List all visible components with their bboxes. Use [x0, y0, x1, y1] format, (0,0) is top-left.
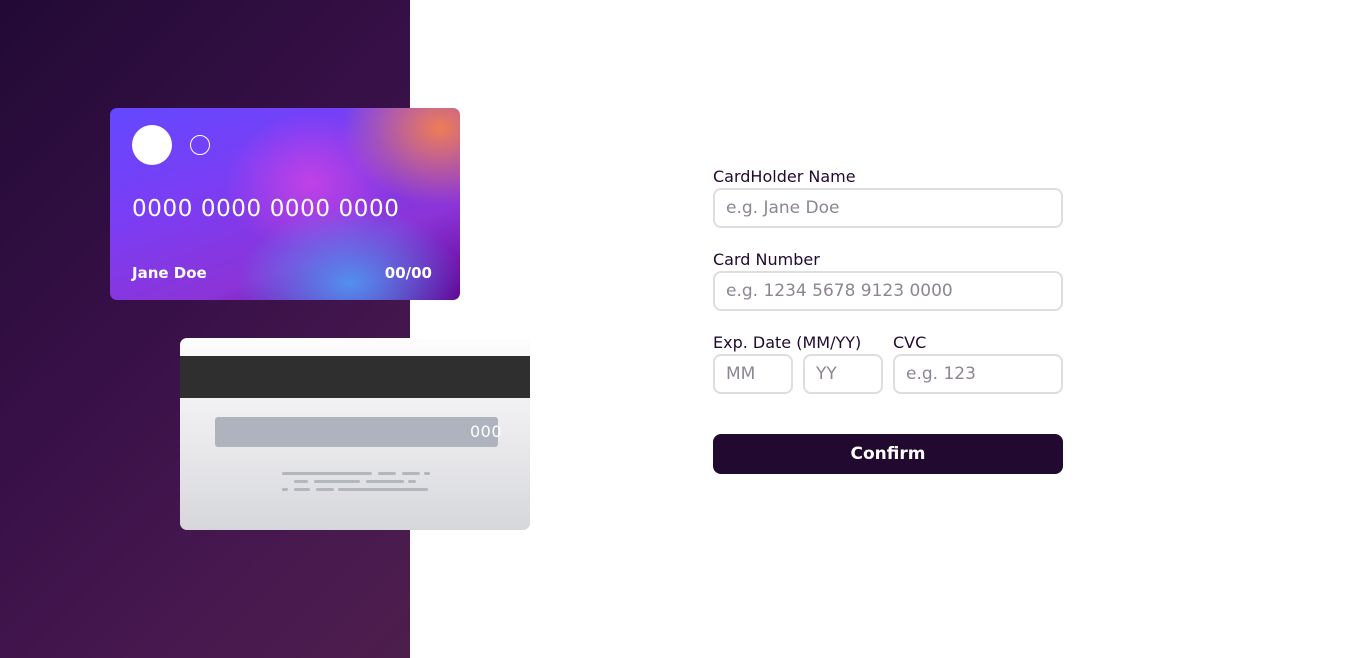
card-expiry-display: 00/00	[384, 264, 432, 282]
cardholder-name-label: CardHolder Name	[713, 167, 856, 186]
card-cvc-display: 000	[469, 422, 502, 441]
exp-date-label: Exp. Date (MM/YY)	[713, 333, 862, 352]
cvc-field: CVC	[893, 332, 1063, 394]
card-fine-print-lines	[282, 472, 432, 494]
cvc-label: CVC	[893, 333, 927, 352]
exp-month-input[interactable]	[713, 354, 793, 394]
card-logo-ring-icon	[190, 135, 210, 155]
signature-bar	[215, 417, 498, 447]
card-number-display: 0000 0000 0000 0000	[132, 196, 400, 222]
card-number-label: Card Number	[713, 250, 820, 269]
cvc-input[interactable]	[893, 354, 1063, 394]
confirm-button[interactable]: Confirm	[713, 434, 1063, 474]
card-front: 0000 0000 0000 0000 Jane Doe 00/00	[110, 108, 460, 300]
card-back: 000	[180, 338, 530, 530]
card-number-field: Card Number	[713, 249, 1063, 311]
card-logo-circle-icon	[132, 125, 172, 165]
left-decorative-panel	[0, 0, 410, 658]
card-number-input[interactable]	[713, 271, 1063, 311]
card-holder-display: Jane Doe	[132, 264, 207, 282]
magnetic-strip	[180, 356, 530, 398]
cardholder-name-field: CardHolder Name	[713, 166, 1063, 228]
exp-year-input[interactable]	[803, 354, 883, 394]
cardholder-name-input[interactable]	[713, 188, 1063, 228]
exp-date-inputs	[713, 354, 883, 394]
exp-date-field: Exp. Date (MM/YY)	[713, 332, 883, 394]
